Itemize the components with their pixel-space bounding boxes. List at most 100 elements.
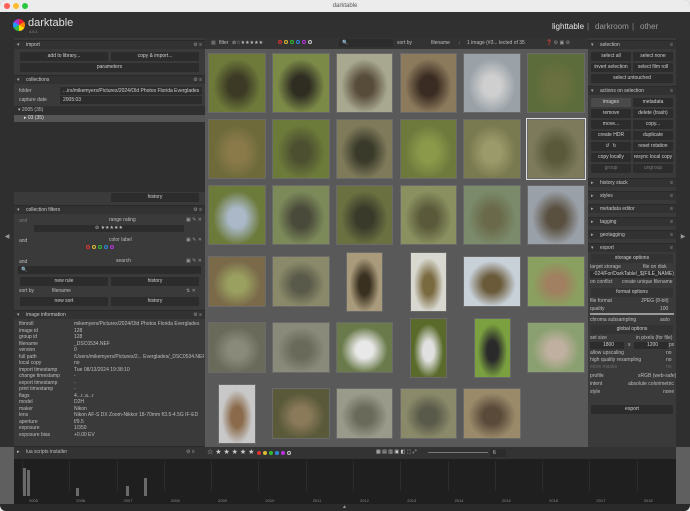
image-information-header[interactable]: ▾ image information ⚙ ≡: [14, 310, 205, 319]
tree-item-2005[interactable]: ▾ 2005 (35): [18, 107, 43, 114]
thumbnail[interactable]: [399, 119, 458, 180]
metadata-editor-header[interactable]: ▸ metadata editor ≡: [588, 204, 676, 213]
thumbnail[interactable]: [527, 256, 585, 308]
copy-import-button[interactable]: copy & import...: [111, 52, 199, 61]
thumbnail[interactable]: [335, 322, 394, 374]
chevron-up-icon[interactable]: ▲: [342, 504, 347, 510]
preset-icon[interactable]: ≡: [670, 192, 673, 201]
gray-label-icon[interactable]: [308, 40, 312, 44]
timeline-bar[interactable]: [144, 478, 147, 496]
thumbnail[interactable]: [399, 53, 458, 114]
height-input[interactable]: 1200: [634, 342, 668, 349]
thumbnail[interactable]: [527, 53, 585, 114]
zoom-window-button[interactable]: [22, 3, 28, 9]
blue-label-icon[interactable]: [296, 40, 300, 44]
tagging-header[interactable]: ▸ tagging ≡: [588, 217, 676, 226]
export-header[interactable]: ▾ export ≡: [588, 243, 676, 252]
high-quality-resampling-value[interactable]: no: [666, 357, 672, 364]
geotagging-header[interactable]: ▸ geotagging ≡: [588, 230, 676, 239]
capture-date-rule[interactable]: 2005:03: [60, 96, 202, 104]
store-masks-value[interactable]: no: [666, 364, 672, 371]
thumbnail[interactable]: [463, 388, 522, 440]
green-label-icon[interactable]: [269, 451, 273, 455]
view-lighttable[interactable]: lighttable: [552, 22, 584, 31]
timeline-bar[interactable]: [76, 488, 79, 496]
move-button[interactable]: move...: [591, 120, 631, 129]
copy-locally-button[interactable]: copy locally: [591, 153, 631, 162]
thumbnail[interactable]: [271, 256, 330, 308]
preset-icon[interactable]: ≡: [670, 244, 673, 253]
tab-metadata[interactable]: metadata: [633, 98, 673, 107]
add-to-library-button[interactable]: add to library...: [20, 52, 108, 61]
thumbnail[interactable]: [473, 317, 511, 378]
green-label-icon[interactable]: [290, 40, 294, 44]
thumbnail[interactable]: [463, 53, 522, 114]
selection-header[interactable]: ▾ selection ≡: [588, 40, 676, 49]
close-window-button[interactable]: [4, 3, 10, 9]
styles-header[interactable]: ▸ styles ≡: [588, 191, 676, 200]
tab-images[interactable]: images: [591, 98, 631, 107]
preset-icon[interactable]: ⚙ ≡: [186, 449, 195, 456]
blue-label-icon[interactable]: [275, 451, 279, 455]
right-panel-collapse[interactable]: ▶: [676, 38, 690, 447]
reset-rotation-button[interactable]: reset rotation: [633, 142, 673, 151]
select-film-roll-button[interactable]: select film roll: [633, 63, 673, 72]
preset-icon[interactable]: ≡: [670, 41, 673, 50]
allow-upscaling-value[interactable]: no: [666, 350, 672, 357]
timeline-bar[interactable]: [126, 486, 129, 496]
purple-label-icon[interactable]: [110, 245, 114, 249]
sort-by-value[interactable]: filename: [431, 40, 450, 47]
purple-label-icon[interactable]: [281, 451, 285, 455]
clear-label-icon[interactable]: [287, 451, 291, 455]
target-storage-value[interactable]: file on disk: [643, 264, 667, 271]
thumbnail[interactable]: [208, 53, 266, 114]
thumbnail[interactable]: [345, 251, 384, 312]
on-conflict-value[interactable]: create unique filename: [622, 279, 673, 286]
folder-rule[interactable]: ...irs/mikemyers/Pictures/2024/Old Photo…: [60, 87, 202, 95]
copy-button[interactable]: copy...: [633, 120, 673, 129]
thumbnail[interactable]: [526, 118, 586, 181]
thumbnail[interactable]: [208, 322, 266, 374]
collection-filters-header[interactable]: ▾ collection filters ⚙ ≡: [14, 205, 205, 214]
preset-icon[interactable]: ≡: [670, 231, 673, 240]
green-label-icon[interactable]: [98, 245, 102, 249]
thumbnail[interactable]: [409, 317, 448, 378]
color-label-picker[interactable]: [86, 245, 146, 251]
select-all-button[interactable]: select all: [591, 52, 631, 61]
import-header[interactable]: ▾ import ⚙ ≡: [14, 40, 205, 49]
left-panel-collapse[interactable]: ◀: [0, 38, 14, 447]
thumbnail[interactable]: [463, 185, 522, 246]
thumbnail[interactable]: [399, 388, 458, 440]
collections-header[interactable]: ▾ collections ⚙ ≡: [14, 75, 205, 84]
rule-icons[interactable]: ▣ ✎ ✕: [186, 258, 202, 265]
purple-label-icon[interactable]: [302, 40, 306, 44]
duplicate-button[interactable]: duplicate: [633, 131, 673, 140]
red-label-icon[interactable]: [278, 40, 282, 44]
rating-filter[interactable]: ⊘☆★★★★★: [232, 40, 263, 47]
color-label-bar[interactable]: [257, 451, 293, 457]
thumbnail[interactable]: [527, 185, 585, 246]
thumbnail[interactable]: [399, 185, 458, 246]
star-rating-bar[interactable]: ☆ ★ ★ ★ ★ ★: [207, 449, 254, 456]
minimize-window-button[interactable]: [13, 3, 19, 9]
zoom-entry[interactable]: 6: [490, 449, 506, 457]
thumbnail[interactable]: [218, 383, 256, 444]
delete-button[interactable]: delete (trash): [633, 109, 673, 118]
layout-mode-icons[interactable]: ▦ ▤ ▥ ▣ ◧ ⬚ ⤢: [376, 449, 417, 456]
resync-local-copy-button[interactable]: resync local copy: [633, 153, 673, 162]
view-darkroom[interactable]: darkroom: [595, 22, 629, 31]
view-other[interactable]: other: [640, 22, 658, 31]
yellow-label-icon[interactable]: [284, 40, 288, 44]
range-rating-widget[interactable]: ⊘ ★★★★★: [34, 225, 184, 232]
quality-slider[interactable]: [590, 313, 674, 315]
thumbnail[interactable]: [208, 185, 266, 246]
preset-icon[interactable]: ≡: [670, 218, 673, 227]
thumbnail[interactable]: [208, 256, 266, 308]
toolbar-icons[interactable]: ❓ ⚙ ▣ ⚙: [546, 40, 570, 47]
select-none-button[interactable]: select none: [633, 52, 673, 61]
thumbnail[interactable]: [271, 53, 330, 114]
sort-icons[interactable]: ⇅ ✕: [186, 288, 196, 295]
export-button[interactable]: export: [591, 405, 673, 414]
chroma-subsampling-value[interactable]: auto: [660, 317, 670, 324]
create-hdr-button[interactable]: create HDR: [591, 131, 631, 140]
